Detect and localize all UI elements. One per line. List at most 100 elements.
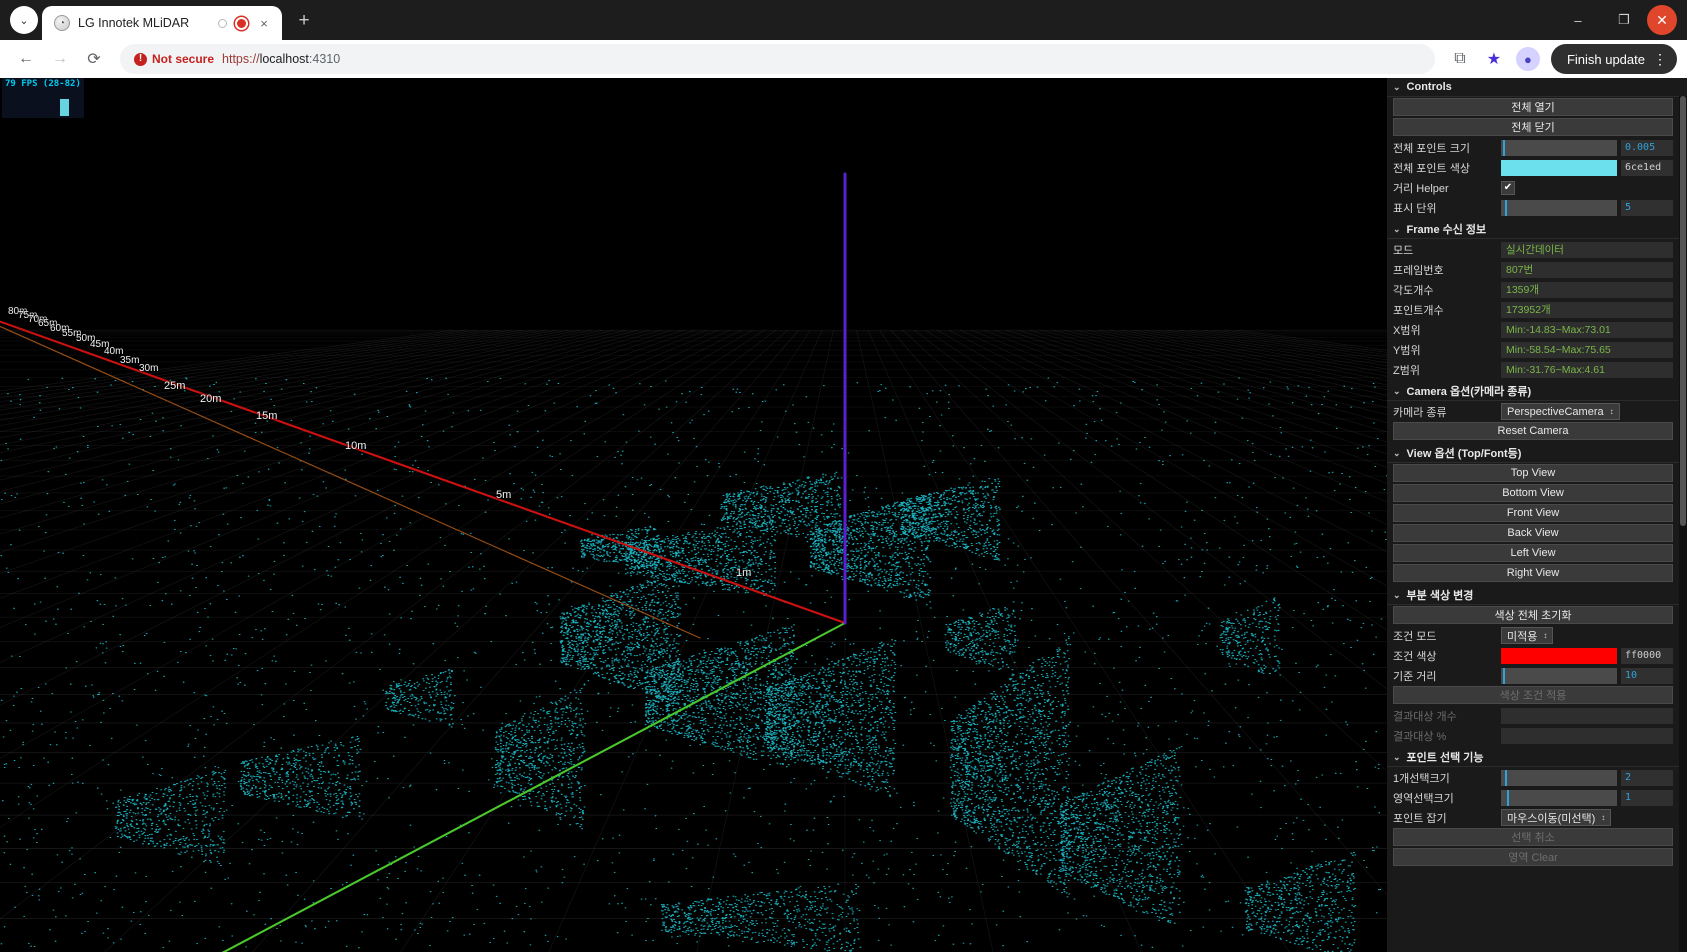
panel-row-label[interactable]: 영역선택크기	[1393, 790, 1501, 806]
panel-button[interactable]: 영역 Clear	[1393, 848, 1673, 866]
section-body-controls[interactable]: 전체 열기 전체 닫기 전체 포인트 크기 0.005 전체 포인트 색상 6ce1ed 거…	[1387, 97, 1679, 220]
dropdown-value[interactable]: PerspectiveCamera	[1507, 406, 1604, 418]
checkbox[interactable]: ✔	[1501, 180, 1515, 195]
section-header-camera-options[interactable]: ⌄ Camera 옵션(카메라 종류)	[1387, 382, 1679, 401]
panel-row-control[interactable]: 마우스이동(미선택) ↕	[1501, 809, 1673, 826]
slider-thumb[interactable]	[1503, 139, 1505, 156]
panel-row[interactable]: 표시 단위 5	[1393, 198, 1673, 217]
panel-row-control[interactable]: 실시간데이터	[1501, 241, 1673, 258]
panel-row[interactable]: 전체 포인트 색상 6ce1ed	[1393, 158, 1673, 177]
panel-row[interactable]: 모드 실시간데이터	[1393, 240, 1673, 259]
readout-value[interactable]: 1359개	[1501, 281, 1673, 298]
color-hex-input[interactable]: ff0000	[1621, 647, 1673, 664]
panel-row-label[interactable]: 전체 포인트 색상	[1393, 160, 1501, 176]
tab-close-icon[interactable]: ×	[256, 15, 272, 31]
panel-row-control[interactable]: Min:-58.54~Max:75.65	[1501, 341, 1673, 358]
dropdown-select[interactable]: PerspectiveCamera ↕	[1501, 403, 1620, 420]
panel-row[interactable]: 포인트 잡기 마우스이동(미선택) ↕	[1393, 808, 1673, 827]
color-hex-input[interactable]: 6ce1ed	[1621, 159, 1673, 176]
slider-thumb[interactable]	[1505, 769, 1507, 786]
panel-row[interactable]: 기준 거리 10	[1393, 666, 1673, 685]
panel-row[interactable]: X범위 Min:-14.83~Max:73.01	[1393, 320, 1673, 339]
chevron-down-icon[interactable]: ⌄	[1393, 448, 1401, 459]
bookmark-star-icon[interactable]: ★	[1479, 44, 1509, 74]
readout-value[interactable]: 실시간데이터	[1501, 241, 1673, 258]
chrome-menu-icon[interactable]: ⋮	[1653, 52, 1667, 66]
forward-button[interactable]: →	[44, 43, 76, 75]
readout-value[interactable]: Min:-58.54~Max:75.65	[1501, 341, 1673, 358]
panel-row-control[interactable]: 2	[1501, 769, 1673, 786]
dropdown-select[interactable]: 마우스이동(미선택) ↕	[1501, 809, 1612, 826]
panel-row-control[interactable]: Min:-14.83~Max:73.01	[1501, 321, 1673, 338]
section-header-point-select[interactable]: ⌄ 포인트 선택 기능	[1387, 748, 1679, 767]
panel-row-control[interactable]: 807번	[1501, 261, 1673, 278]
slider-thumb[interactable]	[1507, 789, 1509, 806]
panel-row-control[interactable]: ff0000	[1501, 647, 1673, 664]
section-title[interactable]: Camera 옵션(카메라 종류)	[1407, 383, 1532, 399]
panel-button[interactable]: 선택 취소	[1393, 828, 1673, 846]
panel-button[interactable]: Front View	[1393, 504, 1673, 522]
panel-row[interactable]: 결과대상 개수	[1393, 706, 1673, 725]
section-body-partial-color[interactable]: 색상 전체 초기화 조건 모드 미적용 ↕ 조건 색상 ff0000 기준 거리 10 색상 조…	[1387, 605, 1679, 748]
panel-row-label[interactable]: 조건 색상	[1393, 648, 1501, 664]
slider-thumb[interactable]	[1503, 667, 1505, 684]
panel-scrollbar-thumb[interactable]	[1680, 96, 1686, 526]
slider-track[interactable]	[1501, 199, 1617, 216]
value-input[interactable]: 1	[1621, 789, 1673, 806]
slider-thumb[interactable]	[1505, 199, 1507, 216]
back-button[interactable]: ←	[10, 43, 42, 75]
finish-update-button[interactable]: Finish update ⋮	[1550, 44, 1677, 74]
value-input[interactable]: 10	[1621, 667, 1673, 684]
panel-row[interactable]: 1개선택크기 2	[1393, 768, 1673, 787]
tab-recording-indicator-icon[interactable]	[235, 16, 248, 30]
chevron-down-icon[interactable]: ⌄	[1393, 590, 1401, 601]
chevron-updown-icon[interactable]: ↕	[1610, 407, 1614, 416]
panel-row[interactable]: 영역선택크기 1	[1393, 788, 1673, 807]
chevron-updown-icon[interactable]: ↕	[1543, 631, 1547, 640]
panel-button[interactable]: 전체 닫기	[1393, 118, 1673, 136]
panel-row-label[interactable]: 포인트 잡기	[1393, 810, 1501, 826]
panel-button[interactable]: Bottom View	[1393, 484, 1673, 502]
panel-row-label[interactable]: 프레임번호	[1393, 262, 1501, 278]
lidar-viewport[interactable]: 79 FPS (28-82) 80m 75m 70m 65m 60m 55m 50m 45m 4…	[0, 78, 1387, 952]
panel-row-control[interactable]: ✔	[1501, 180, 1673, 195]
panel-row-control[interactable]: Min:-31.76~Max:4.61	[1501, 361, 1673, 378]
window-maximize-button[interactable]: ❐	[1601, 0, 1647, 40]
readout-value[interactable]: Min:-14.83~Max:73.01	[1501, 321, 1673, 338]
panel-button[interactable]: Reset Camera	[1393, 422, 1673, 440]
panel-row-label[interactable]: 기준 거리	[1393, 668, 1501, 684]
panel-row[interactable]: 결과대상 %	[1393, 726, 1673, 745]
panel-row-label[interactable]: 표시 단위	[1393, 200, 1501, 216]
chevron-down-icon[interactable]: ⌄	[1393, 224, 1401, 235]
section-header-frame-info[interactable]: ⌄ Frame 수신 정보	[1387, 220, 1679, 239]
panel-button[interactable]: Left View	[1393, 544, 1673, 562]
panel-row-control[interactable]	[1501, 707, 1673, 724]
panel-row[interactable]: 거리 Helper ✔	[1393, 178, 1673, 197]
value-input[interactable]: 5	[1621, 199, 1673, 216]
panel-row-label[interactable]: 거리 Helper	[1393, 180, 1501, 196]
chevron-down-icon[interactable]: ⌄	[1393, 82, 1401, 93]
section-title[interactable]: 부분 색상 변경	[1407, 587, 1474, 603]
slider-track[interactable]	[1501, 789, 1617, 806]
section-header-controls[interactable]: ⌄ Controls	[1387, 78, 1679, 97]
section-title[interactable]: 포인트 선택 기능	[1407, 749, 1484, 765]
panel-row-control[interactable]: 5	[1501, 199, 1673, 216]
value-input[interactable]: 0.005	[1621, 139, 1673, 156]
panel-row-control[interactable]: 미적용 ↕	[1501, 627, 1673, 644]
panel-button[interactable]: 색상 조건 적용	[1393, 686, 1673, 704]
panel-row-control[interactable]: PerspectiveCamera ↕	[1501, 403, 1673, 420]
readout-blank[interactable]	[1501, 727, 1673, 744]
panel-row[interactable]: 조건 모드 미적용 ↕	[1393, 626, 1673, 645]
panel-row[interactable]: 프레임번호 807번	[1393, 260, 1673, 279]
dropdown-value[interactable]: 미적용	[1507, 628, 1537, 644]
section-title[interactable]: Controls	[1407, 81, 1452, 93]
panel-row-label[interactable]: 포인트개수	[1393, 302, 1501, 318]
panel-row[interactable]: 조건 색상 ff0000	[1393, 646, 1673, 665]
panel-row-control[interactable]: 6ce1ed	[1501, 159, 1673, 176]
chevron-updown-icon[interactable]: ↕	[1601, 813, 1605, 822]
panel-row-label[interactable]: Z범위	[1393, 362, 1501, 378]
panel-row-label[interactable]: 각도개수	[1393, 282, 1501, 298]
panel-row-control[interactable]: 10	[1501, 667, 1673, 684]
address-bar[interactable]: ! Not secure https://localhost:4310	[120, 44, 1435, 74]
slider-track[interactable]	[1501, 667, 1617, 684]
